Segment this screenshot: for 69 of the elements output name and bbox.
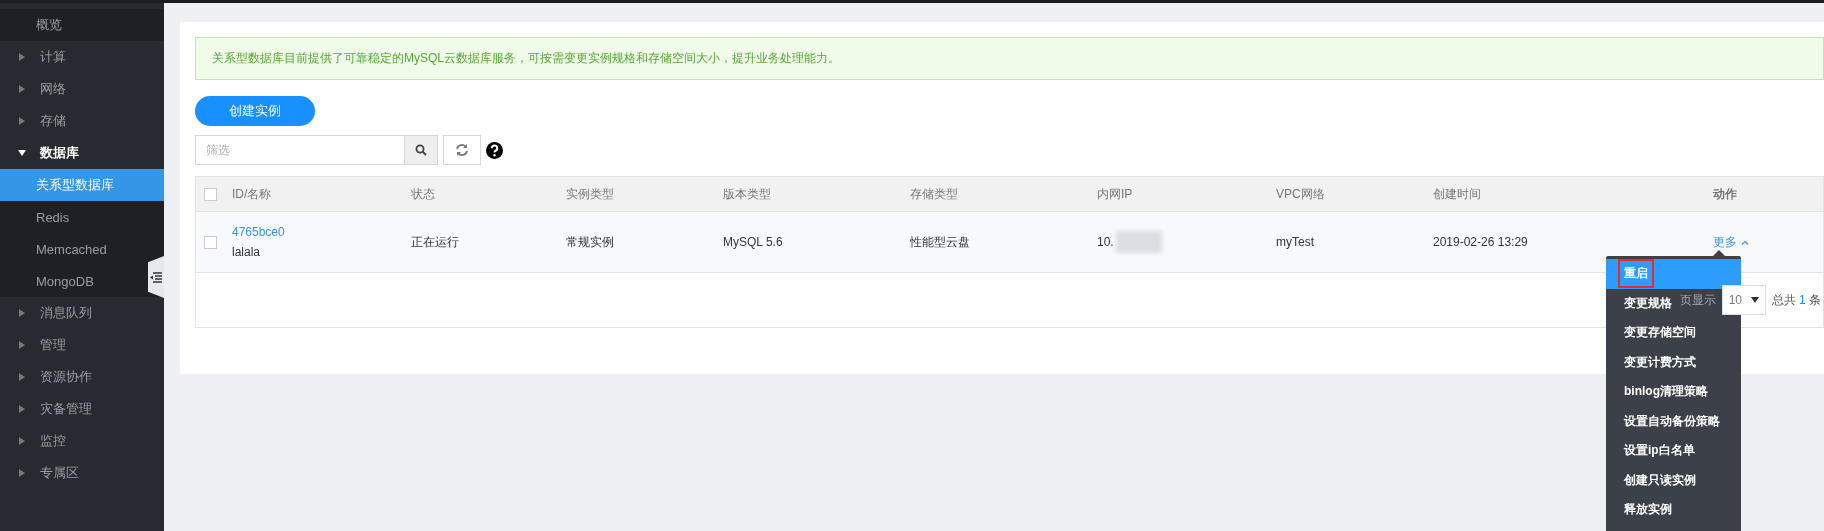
table-cell: myTest bbox=[1276, 235, 1314, 249]
menu-item[interactable]: 变更存储空间 bbox=[1606, 318, 1698, 348]
menu-group[interactable]: 资源协作 bbox=[0, 361, 164, 393]
menu-item[interactable]: 创建只读实例 bbox=[1606, 465, 1698, 495]
refresh-icon bbox=[455, 143, 469, 157]
submenu-item[interactable]: Redis bbox=[0, 201, 164, 233]
submenu-item[interactable]: Memcached bbox=[0, 233, 164, 265]
column-header: 创建时间 bbox=[1433, 185, 1481, 203]
refresh-button[interactable] bbox=[443, 135, 481, 165]
caret-icon bbox=[18, 405, 26, 413]
column-header: 版本类型 bbox=[723, 185, 771, 203]
menu-item[interactable]: 释放实例 bbox=[1606, 495, 1674, 525]
search-icon bbox=[415, 144, 427, 156]
table-cell: 常规实例 bbox=[566, 233, 614, 251]
collapse-icon bbox=[150, 271, 162, 283]
menu-group[interactable]: 存储 bbox=[0, 105, 164, 137]
table-cell: 性能型云盘 bbox=[910, 233, 970, 251]
help-icon[interactable] bbox=[486, 141, 503, 159]
caret-icon bbox=[18, 53, 26, 61]
caret-icon bbox=[18, 117, 26, 125]
table-cell: lalala bbox=[232, 245, 261, 259]
caret-icon bbox=[18, 85, 26, 93]
caret-icon bbox=[18, 469, 26, 477]
menu-item[interactable]: 设置ip白名单 bbox=[1606, 436, 1697, 466]
filter-field[interactable]: 筛选 bbox=[195, 135, 438, 165]
column-header: VPC网络 bbox=[1276, 185, 1325, 203]
menu-group[interactable]: 消息队列 bbox=[0, 297, 164, 329]
checkbox[interactable] bbox=[204, 235, 217, 249]
column-header: 内网IP bbox=[1097, 185, 1133, 203]
menu-item[interactable]: 设置自动备份策略 bbox=[1606, 406, 1722, 436]
column-header: 动作 bbox=[1713, 185, 1737, 203]
column-header: 状态 bbox=[411, 185, 435, 203]
checkbox[interactable] bbox=[204, 187, 217, 201]
create-button[interactable]: 创建实例 bbox=[195, 96, 315, 126]
menu-item[interactable]: binlog清理策略 bbox=[1606, 377, 1710, 407]
table-cell: 正在运行 bbox=[411, 233, 459, 251]
menu-group[interactable]: 计算 bbox=[0, 41, 164, 73]
menu-group[interactable]: 灾备管理 bbox=[0, 393, 164, 425]
more-link[interactable]: 更多 bbox=[1713, 233, 1749, 251]
menu-item[interactable]: 变更计费方式 bbox=[1606, 347, 1698, 377]
menu-item[interactable]: 重启 bbox=[1606, 259, 1741, 289]
search-button[interactable] bbox=[404, 136, 437, 164]
dropdown-icon bbox=[1750, 297, 1759, 303]
table-cell: MySQL 5.6 bbox=[723, 235, 783, 249]
info-notice: 关系型数据库目前提供了可靠稳定的MySQL云数据库服务，可按需变更实例规格和存储空间大小，提升业务处理能力。 bbox=[195, 37, 1824, 80]
blurred-patch bbox=[1115, 231, 1162, 253]
caret-icon bbox=[18, 437, 26, 445]
column-header: ID/名称 bbox=[232, 185, 272, 203]
submenu-item[interactable]: 关系型数据库 bbox=[0, 169, 164, 201]
table-cell: 2019-02-26 13:29 bbox=[1433, 235, 1528, 249]
menu-group[interactable]: 管理 bbox=[0, 329, 164, 361]
menu-group[interactable]: 专属区 bbox=[0, 457, 164, 489]
menu-group[interactable]: 网络 bbox=[0, 73, 164, 105]
column-header: 实例类型 bbox=[566, 185, 614, 203]
menu-group[interactable]: 数据库 bbox=[0, 137, 164, 169]
table-cell: 10. bbox=[1097, 235, 1114, 249]
page-size-select[interactable]: 10 bbox=[1721, 285, 1766, 315]
menu-item[interactable]: 变更规格 bbox=[1606, 288, 1674, 318]
chevron-up-icon bbox=[1741, 239, 1749, 245]
menu-group[interactable]: 监控 bbox=[0, 425, 164, 457]
menu-item[interactable]: 概览 bbox=[0, 9, 164, 41]
total-count: 总共 1 条 bbox=[1771, 291, 1821, 309]
caret-icon bbox=[18, 341, 26, 349]
per-page-label: 页显示 bbox=[1679, 291, 1716, 309]
column-header: 存储类型 bbox=[910, 185, 958, 203]
caret-icon bbox=[18, 149, 26, 157]
caret-icon bbox=[18, 373, 26, 381]
instance-id-link[interactable]: 4765bce0 bbox=[232, 225, 285, 239]
caret-icon bbox=[18, 309, 26, 317]
